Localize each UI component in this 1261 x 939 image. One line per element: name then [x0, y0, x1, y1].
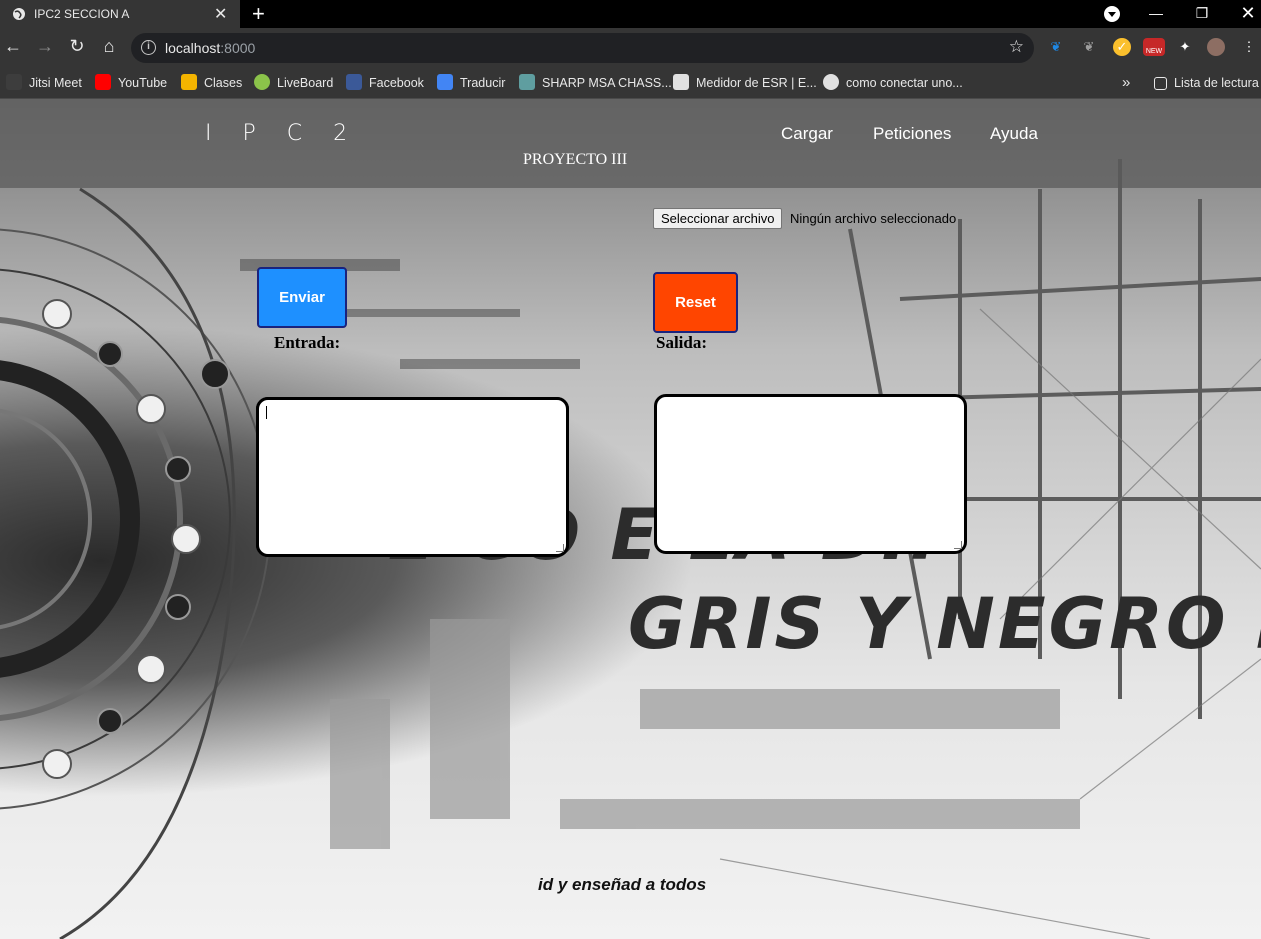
bookmark-star-icon[interactable]: ☆ [1009, 37, 1024, 57]
minimize-icon[interactable]: — [1133, 0, 1179, 28]
output-textarea[interactable] [654, 394, 967, 554]
input-label: Entrada: [274, 333, 341, 352]
globe-icon [823, 74, 839, 90]
bookmark-traducir[interactable]: Traducir [437, 73, 505, 93]
jitsi-icon [6, 74, 22, 90]
back-icon[interactable]: ← [1, 36, 25, 57]
globe-icon [13, 8, 25, 20]
input-textarea[interactable] [256, 397, 569, 557]
sharp-icon [519, 74, 535, 90]
bookmark-jitsi[interactable]: Jitsi Meet [6, 73, 82, 93]
restore-icon[interactable]: ❐ [1179, 0, 1225, 28]
classroom-icon [181, 74, 197, 90]
resize-handle[interactable] [954, 541, 962, 549]
home-icon[interactable]: ⌂ [97, 36, 121, 57]
bookmarks-bar: Jitsi Meet YouTube Clases LiveBoard Face… [0, 68, 1261, 99]
footer-quote: id y enseñad a todos [538, 875, 707, 894]
site-info-icon[interactable]: i [141, 40, 156, 55]
file-select-button[interactable]: Seleccionar archivo [653, 208, 783, 229]
text-cursor [266, 406, 267, 419]
reading-list[interactable]: Lista de lectura [1154, 73, 1259, 93]
site-header: I P C 2 PROYECTO III Cargar Peticiones A… [0, 99, 1261, 188]
liveboard-icon [254, 74, 270, 90]
more-bookmarks-icon[interactable]: » [1122, 73, 1130, 93]
translate-icon [437, 74, 453, 90]
esr-icon [673, 74, 689, 90]
reload-icon[interactable]: ↻ [65, 36, 89, 57]
bookmark-liveboard[interactable]: LiveBoard [254, 73, 333, 93]
profile-avatar[interactable] [1207, 38, 1225, 56]
nav-cargar[interactable]: Cargar [781, 124, 833, 144]
tab-search-icon[interactable] [1104, 6, 1120, 22]
bookmark-esr[interactable]: Medidor de ESR | E... [673, 73, 817, 93]
extension-leaf-icon[interactable]: ❦ [1080, 38, 1098, 56]
bookmark-conectar[interactable]: como conectar uno... [823, 73, 963, 93]
tab-strip: IPC2 SECCION A ✕ + — ❐ ✕ [0, 0, 1261, 28]
close-window-icon[interactable]: ✕ [1225, 0, 1261, 28]
extension-feather-icon[interactable]: ❦ [1047, 38, 1065, 56]
extensions-puzzle-icon[interactable]: ✦ [1176, 38, 1194, 56]
bookmark-youtube[interactable]: YouTube [95, 73, 167, 93]
page-content: E CO E LA DIF GRIS Y NEGRO PO I P C 2 PR… [0, 99, 1261, 939]
output-label: Salida: [656, 333, 708, 352]
browser-tab[interactable]: IPC2 SECCION A ✕ [0, 0, 240, 28]
site-brand[interactable]: I P C 2 [205, 121, 359, 146]
site-subtitle: PROYECTO III [523, 151, 628, 168]
facebook-icon [346, 74, 362, 90]
browser-toolbar: ← → ↻ ⌂ i localhost:8000 ☆ ❦ ❦ ✓ NEW ✦ ⋮ [0, 28, 1261, 68]
background-slogan-line2: GRIS Y NEGRO PO [628, 583, 1261, 665]
bookmark-sharp[interactable]: SHARP MSA CHASS... [519, 73, 672, 93]
address-bar[interactable]: i localhost:8000 ☆ [131, 33, 1034, 63]
reading-list-icon [1154, 77, 1167, 90]
bookmark-facebook[interactable]: Facebook [346, 73, 424, 93]
url-text[interactable]: localhost:8000 [165, 40, 255, 56]
bookmark-clases[interactable]: Clases [181, 73, 242, 93]
tab-title: IPC2 SECCION A [34, 7, 130, 21]
send-button[interactable]: Enviar [257, 267, 347, 328]
youtube-icon [95, 74, 111, 90]
close-tab-icon[interactable]: ✕ [214, 4, 227, 24]
file-status: Ningún archivo seleccionado [790, 211, 957, 226]
new-tab-button[interactable]: + [252, 1, 265, 27]
reset-button[interactable]: Reset [653, 272, 738, 333]
menu-kebab-icon[interactable]: ⋮ [1240, 38, 1258, 56]
extension-compass-icon[interactable]: ✓ [1113, 38, 1131, 56]
extension-new-icon[interactable]: NEW [1143, 38, 1165, 56]
resize-handle[interactable] [556, 544, 564, 552]
nav-peticiones[interactable]: Peticiones [873, 124, 951, 144]
nav-ayuda[interactable]: Ayuda [990, 124, 1038, 144]
forward-icon[interactable]: → [33, 36, 57, 57]
